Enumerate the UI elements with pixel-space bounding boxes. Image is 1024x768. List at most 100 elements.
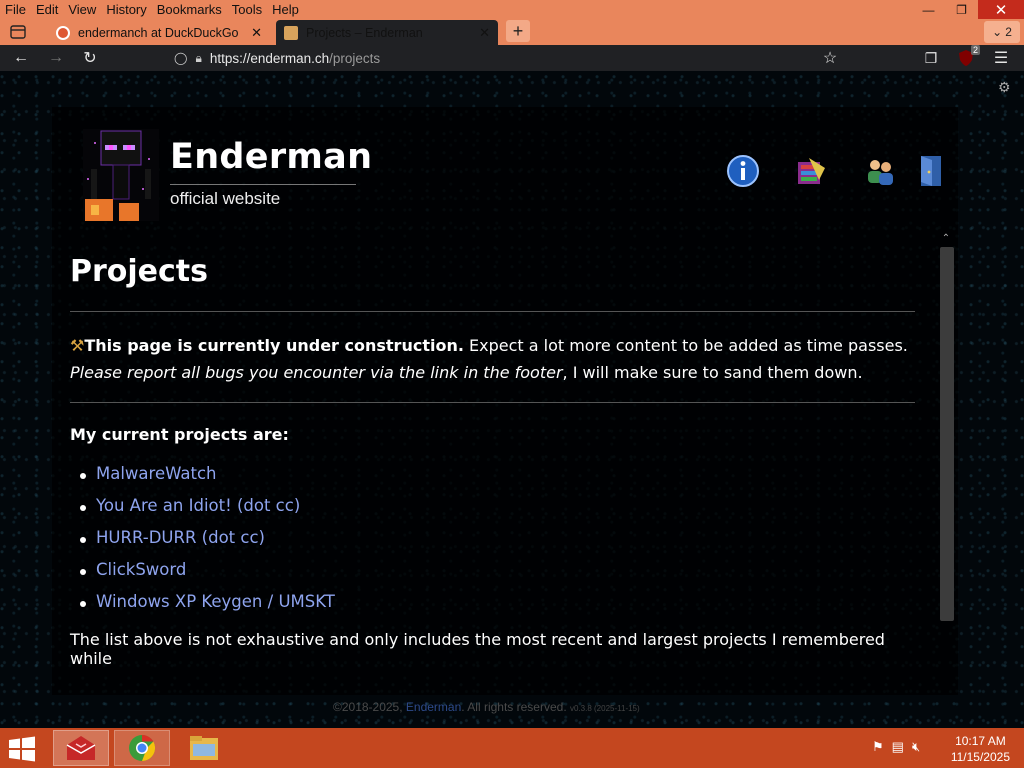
list-item: HURR-DURR (dot cc) [70,528,915,560]
back-button[interactable]: ← [10,47,32,69]
construction-icon: ⚒ [70,336,85,355]
taskbar-app-firefox[interactable] [53,730,109,766]
web-page: ⚙ Enderman official website ⌃ Projects ⚒… [0,71,1024,728]
arrow-left-icon: ← [13,49,29,66]
system-tray: ⚑ ▤ 🔇︎ [872,739,920,755]
footer-link[interactable]: Enderman [406,700,461,714]
site-subtitle: official website [170,189,281,208]
puzzle-icon: ❐ [924,49,938,66]
clock-time: 10:17 AM [955,734,1006,748]
enderman-logo [83,129,159,221]
users-icon[interactable] [863,154,897,188]
close-tab-icon[interactable]: ✕ [251,25,262,41]
volume-muted-icon[interactable]: 🔇︎ [912,739,920,755]
menu-file[interactable]: File [5,2,26,17]
divider [70,311,915,312]
forward-button[interactable]: → [45,47,67,69]
taskbar-clock[interactable]: 10:17 AM 11/15/2025 [951,733,1010,765]
ublock-badge: 2 [970,45,980,55]
footer-rights: . All rights reserved. [461,700,570,714]
menu-bar: File Edit View History Bookmarks Tools H… [5,2,309,17]
info-icon[interactable] [726,154,760,188]
projects-list: MalwareWatch You Are an Idiot! (dot cc) … [70,464,915,624]
project-link-malwarewatch[interactable]: MalwareWatch [96,464,216,483]
firefox-view-button[interactable] [7,22,29,42]
star-icon: ☆ [822,50,838,67]
arrow-right-icon: → [48,49,64,66]
scroll-up-arrow[interactable]: ⌃ [940,233,952,245]
footer-copyright: ©2018-2025, [333,700,406,714]
folder-icon [190,736,218,760]
list-item: ClickSword [70,560,915,592]
tab-title: Projects – Enderman [306,25,423,40]
menu-edit[interactable]: Edit [36,2,58,17]
project-link-hurr-durr[interactable]: HURR-DURR (dot cc) [96,528,265,547]
menu-view[interactable]: View [68,2,96,17]
extensions-button[interactable]: ❐ [920,47,942,69]
tab-strip: endermanch at DuckDuckGo ✕ Projects – En… [0,19,1024,45]
construction-notice: ⚒This page is currently under constructi… [70,332,915,386]
navigation-toolbar: ← → ↻ ◯ 🔒︎ https://enderman.ch/projects … [0,45,1024,71]
url-path: /projects [329,50,381,66]
translate-extension-icon[interactable]: ⚙ [998,79,1016,97]
bookmark-star-button[interactable]: ☆ [819,47,841,69]
restore-button[interactable]: ❐ [945,0,978,19]
ublock-button[interactable]: 2 [955,45,980,69]
close-window-button[interactable]: ✕ [978,0,1024,19]
projects-heading: My current projects are: [70,425,289,444]
shield-icon: ◯ [174,51,188,65]
url-host: https://enderman.ch [209,50,330,66]
tab-duckduckgo[interactable]: endermanch at DuckDuckGo ✕ [48,20,270,45]
taskbar-app-chrome[interactable] [114,730,170,766]
notice-italic: Please report all bugs you encounter via… [70,363,563,382]
footer: ©2018-2025, Enderman. All rights reserve… [333,700,640,714]
clock-date: 11/15/2025 [950,750,1010,764]
closing-paragraph: The list above is not exhaustive and onl… [70,630,885,668]
notice-tail: , I will make sure to sand them down. [562,363,863,382]
divider [70,402,915,403]
windows-logo-icon [9,736,35,762]
site-title[interactable]: Enderman [170,137,372,177]
tab-projects[interactable]: Projects – Enderman ✕ [276,20,498,45]
close-tab-icon[interactable]: ✕ [479,25,490,41]
hamburger-icon: ☰ [993,50,1009,67]
taskbar-app-file-explorer[interactable] [176,730,232,766]
list-item: You Are an Idiot! (dot cc) [70,496,915,528]
menu-help[interactable]: Help [272,2,299,17]
lock-icon: 🔒︎ [195,50,202,65]
list-item: Windows XP Keygen / UMSKT [70,592,915,624]
notice-text: Expect a lot more content to be added as… [463,336,908,355]
browser-menu-bar: File Edit View History Bookmarks Tools H… [0,0,1024,19]
menu-tools[interactable]: Tools [232,2,262,17]
menu-bookmarks[interactable]: Bookmarks [157,2,222,17]
scrollbar-thumb[interactable] [940,247,954,621]
network-icon[interactable]: ▤ [892,739,904,755]
project-link-you-are-an-idiot[interactable]: You Are an Idiot! (dot cc) [96,496,300,515]
title-underline [170,184,356,185]
red-box-app-icon [66,736,96,760]
list-item: MalwareWatch [70,464,915,496]
tab-count: 2 [1005,25,1012,39]
menu-history[interactable]: History [106,2,146,17]
app-menu-button[interactable]: ☰ [990,47,1012,69]
site-favicon-icon [284,25,298,40]
url-bar[interactable]: ◯ 🔒︎ https://enderman.ch/projects [174,46,850,70]
list-all-tabs-button[interactable]: ⌄ 2 [984,21,1020,43]
door-exit-icon[interactable] [912,154,946,188]
start-button[interactable] [6,735,38,763]
minimize-button[interactable]: — [912,0,945,19]
new-tab-button[interactable]: + [506,20,530,42]
project-link-clicksword[interactable]: ClickSword [96,560,186,579]
firefox-view-icon [10,25,26,39]
reload-button[interactable]: ↻ [79,47,101,69]
page-title: Projects [70,254,209,289]
footer-version: v0.3.8 (2025-11-15) [570,704,640,713]
flag-icon[interactable]: ⚑ [872,739,884,755]
main-content: Projects ⚒This page is currently under c… [70,251,915,668]
reload-icon: ↻ [83,50,97,67]
winrar-icon[interactable] [795,154,829,188]
tab-title: endermanch at DuckDuckGo [78,25,239,40]
project-link-xp-keygen[interactable]: Windows XP Keygen / UMSKT [96,592,335,611]
chrome-icon [129,734,156,762]
window-controls: — ❐ ✕ [912,0,1024,19]
